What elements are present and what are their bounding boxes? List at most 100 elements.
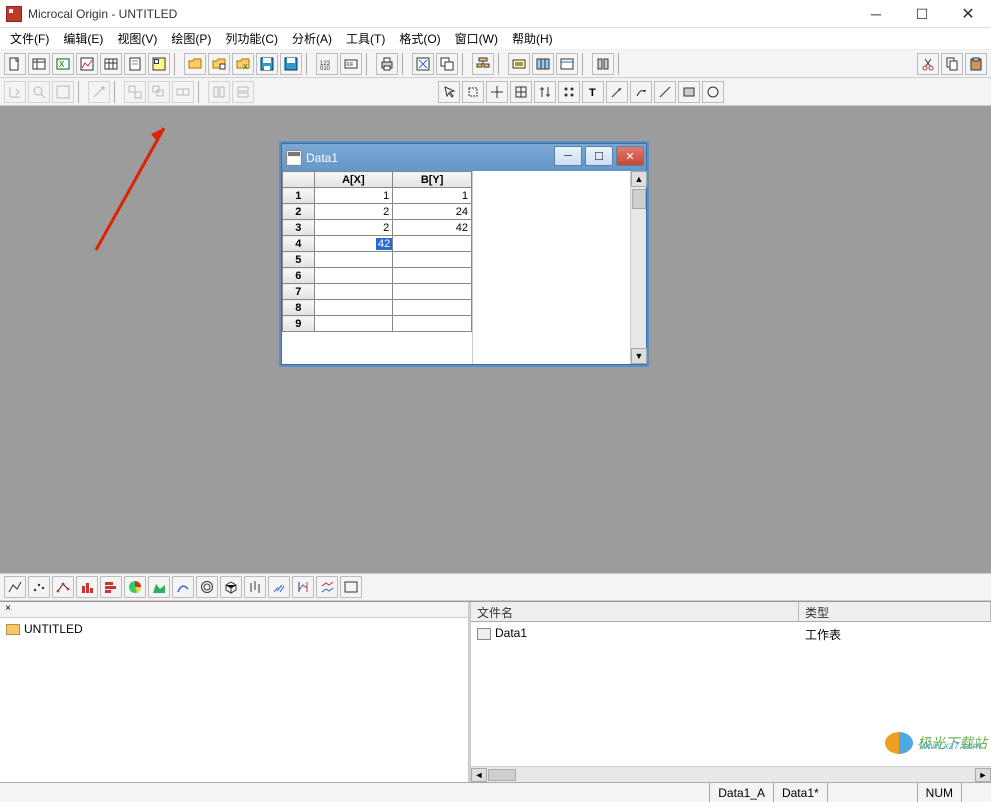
cell[interactable]: 1	[393, 188, 472, 204]
row-header[interactable]: 1	[283, 188, 315, 204]
import-ascii-button[interactable]: 123010	[316, 53, 338, 75]
scroll-left-button[interactable]: ◄	[471, 768, 487, 782]
new-notes-button[interactable]	[124, 53, 146, 75]
row-header[interactable]: 6	[283, 268, 315, 284]
cell[interactable]: 24	[393, 204, 472, 220]
file-list-hscrollbar[interactable]: ◄ ►	[471, 766, 991, 782]
new-excel-button[interactable]: X	[52, 53, 74, 75]
save-button[interactable]	[256, 53, 278, 75]
row-header[interactable]: 3	[283, 220, 315, 236]
pie-plot-button[interactable]	[124, 576, 146, 598]
maximize-button[interactable]: ☐	[899, 0, 945, 28]
menu-edit[interactable]: 编辑(E)	[57, 28, 109, 49]
scatter-plot-button[interactable]	[28, 576, 50, 598]
column-header-b[interactable]: B[Y]	[393, 172, 472, 188]
cell[interactable]	[314, 300, 393, 316]
cell[interactable]: 2	[314, 204, 393, 220]
type-header[interactable]: 类型	[799, 602, 991, 621]
add-column-button[interactable]	[532, 53, 554, 75]
menu-column[interactable]: 列功能(C)	[219, 28, 284, 49]
filename-header[interactable]: 文件名	[471, 602, 799, 621]
stock-plot-button[interactable]	[244, 576, 266, 598]
worksheet-maximize-button[interactable]: ☐	[585, 146, 613, 166]
cell[interactable]	[314, 284, 393, 300]
cell[interactable]	[314, 268, 393, 284]
row-header[interactable]: 4	[283, 236, 315, 252]
3d-plot-button[interactable]	[220, 576, 242, 598]
rescale-button[interactable]	[4, 81, 26, 103]
copy-button[interactable]	[941, 53, 963, 75]
extract-to-graph-button[interactable]	[52, 81, 74, 103]
new-layout-button[interactable]	[148, 53, 170, 75]
rectangle-tool[interactable]	[678, 81, 700, 103]
vector-plot-button[interactable]	[268, 576, 290, 598]
ternary-plot-button[interactable]	[196, 576, 218, 598]
recalculate-button[interactable]	[592, 53, 614, 75]
curved-arrow-tool[interactable]	[630, 81, 652, 103]
add-layer2-button[interactable]	[148, 81, 170, 103]
paste-button[interactable]	[965, 53, 987, 75]
new-worksheet-button[interactable]	[28, 53, 50, 75]
bar-plot-button[interactable]	[100, 576, 122, 598]
menu-file[interactable]: 文件(F)	[4, 28, 55, 49]
import-multi-ascii-button[interactable]: ≡≡	[340, 53, 362, 75]
column-header-a[interactable]: A[X]	[314, 172, 393, 188]
row-header[interactable]: 9	[283, 316, 315, 332]
cell[interactable]	[393, 268, 472, 284]
layer-tool-1[interactable]	[208, 81, 230, 103]
results-log-button[interactable]	[508, 53, 530, 75]
extract-layers-button[interactable]	[172, 81, 194, 103]
layer-tool-2[interactable]	[232, 81, 254, 103]
worksheet-vscrollbar[interactable]: ▲ ▼	[630, 171, 646, 364]
menu-help[interactable]: 帮助(H)	[506, 28, 559, 49]
file-list[interactable]: Data1 工作表	[471, 622, 991, 766]
cell[interactable]: 2	[314, 220, 393, 236]
open-button[interactable]	[184, 53, 206, 75]
worksheet-window[interactable]: Data1 ─ ☐ ✕ A[X] B[Y] 111 2224 3242 4	[281, 143, 647, 365]
cell[interactable]	[314, 316, 393, 332]
cell[interactable]	[393, 236, 472, 252]
line-symbol-plot-button[interactable]	[52, 576, 74, 598]
duplicate-button[interactable]	[436, 53, 458, 75]
row-header[interactable]: 5	[283, 252, 315, 268]
cell[interactable]: 42	[393, 220, 472, 236]
row-header[interactable]: 2	[283, 204, 315, 220]
worksheet-minimize-button[interactable]: ─	[554, 146, 582, 166]
project-explorer-button[interactable]	[472, 53, 494, 75]
cell[interactable]: 1	[314, 188, 393, 204]
data-reader-tool[interactable]	[486, 81, 508, 103]
row-header[interactable]: 7	[283, 284, 315, 300]
new-matrix-button[interactable]	[100, 53, 122, 75]
stacked-plot-button[interactable]	[316, 576, 338, 598]
close-button[interactable]: ✕	[945, 0, 991, 28]
refresh-button[interactable]	[412, 53, 434, 75]
minimize-button[interactable]: ─	[853, 0, 899, 28]
cell[interactable]	[314, 252, 393, 268]
template-plot-button[interactable]	[340, 576, 362, 598]
project-root-node[interactable]: UNTITLED	[24, 622, 83, 636]
menu-tools[interactable]: 工具(T)	[340, 28, 391, 49]
polar-plot-button[interactable]	[172, 576, 194, 598]
menu-plot[interactable]: 绘图(P)	[165, 28, 217, 49]
worksheet-close-button[interactable]: ✕	[616, 146, 644, 166]
hscroll-thumb[interactable]	[488, 769, 516, 781]
double-y-plot-button[interactable]	[292, 576, 314, 598]
screen-reader-tool[interactable]	[510, 81, 532, 103]
axis-zoom-button[interactable]	[88, 81, 110, 103]
zoom-in-button[interactable]	[28, 81, 50, 103]
menu-window[interactable]: 窗口(W)	[449, 28, 504, 49]
worksheet-grid[interactable]: A[X] B[Y] 111 2224 3242 442 5 6 7 8 9	[282, 171, 472, 364]
menu-analysis[interactable]: 分析(A)	[286, 28, 338, 49]
cell-editing[interactable]: 42	[314, 236, 393, 252]
cell[interactable]	[393, 252, 472, 268]
mask-tool[interactable]	[558, 81, 580, 103]
script-window-button[interactable]	[556, 53, 578, 75]
scroll-thumb[interactable]	[632, 189, 646, 209]
project-tree[interactable]: UNTITLED	[0, 618, 468, 782]
arrow-tool[interactable]	[606, 81, 628, 103]
save-template-button[interactable]	[280, 53, 302, 75]
scroll-down-button[interactable]: ▼	[631, 348, 647, 364]
print-button[interactable]	[376, 53, 398, 75]
new-project-button[interactable]	[4, 53, 26, 75]
file-list-item-name[interactable]: Data1	[495, 626, 527, 640]
